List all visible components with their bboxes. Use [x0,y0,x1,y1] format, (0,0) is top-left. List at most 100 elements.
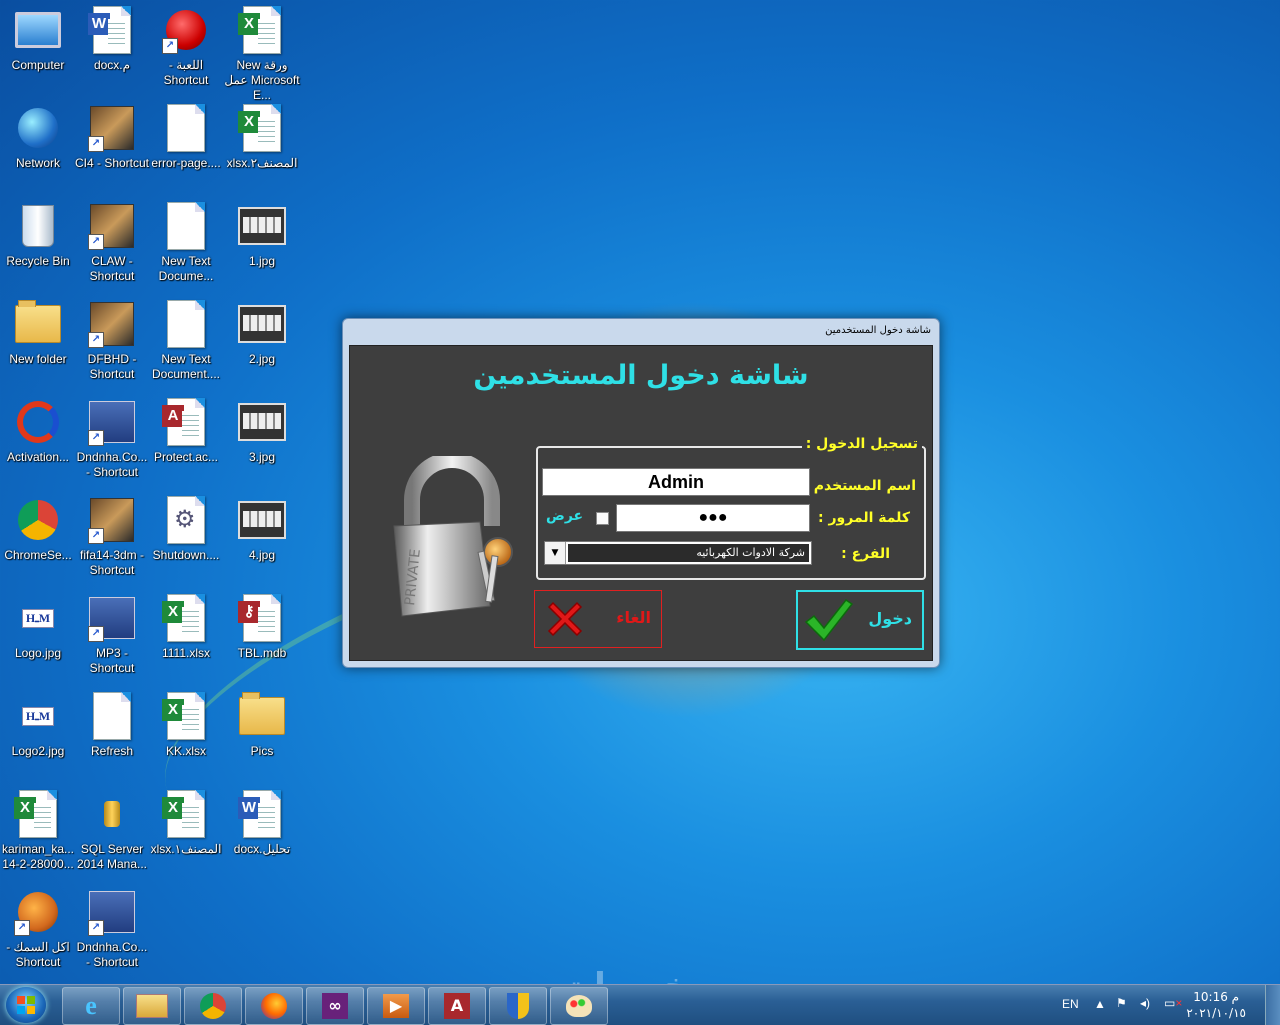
username-input[interactable]: Admin [542,468,810,496]
login-dialog: شاشة دخول المستخدمين شاشة دخول المستخدمي… [342,318,940,668]
show-password-label[interactable]: عرض [546,508,583,524]
desktop-icon-label: تحليل.docx [233,842,291,856]
desktop-icon[interactable]: error-page.... [148,100,224,196]
desktop-icon[interactable]: Network [0,100,76,196]
desktop-icon[interactable]: W م.docx [74,2,150,98]
taskbar-app-button[interactable]: A [428,987,486,1025]
desktop-icon[interactable]: ↗ MP3 - Shortcut [74,590,150,686]
desktop-icon[interactable]: 2.jpg [224,296,300,392]
desktop-icon-label: 4.jpg [248,548,276,562]
desktop-icon-label: Activation... [6,450,70,464]
desktop-icon[interactable]: 3.jpg [224,394,300,490]
taskbar-app-button[interactable] [123,987,181,1025]
desktop-icon[interactable]: 1.jpg [224,198,300,294]
game-art-icon: ↗ [88,104,136,152]
chevron-down-icon[interactable]: ▼ [545,542,566,564]
desktop-icon-label: DFBHD - Shortcut [87,352,137,381]
desktop-icon[interactable]: New folder [0,296,76,392]
show-desktop-button[interactable] [1265,985,1280,1025]
excel-icon: X [238,104,286,152]
word-doc-icon: W [88,6,136,54]
desktop-icon-label: KK.xlsx [165,744,206,758]
desktop-icon-label: New folder [9,352,67,366]
start-button[interactable] [6,987,46,1023]
taskbar-app-button[interactable]: ∞ [306,987,364,1025]
desktop-icon[interactable]: ↗ اكل السمك - Shortcut [0,884,76,980]
desktop-icon[interactable]: X 1111.xlsx [148,590,224,686]
text-doc-icon [162,300,210,348]
clock-time: 10:16 م [1193,990,1240,1004]
desktop-icon[interactable]: Activation... [0,394,76,490]
dialog-body: شاشة دخول المستخدمين PRIVATE تسجيل الدخو… [349,345,933,661]
chevron-up-icon[interactable]: ▲ [1094,997,1106,1011]
speaker-icon[interactable]: ◂) [1140,996,1150,1010]
clock-date: ٢٠٢١/١٠/١٥ [1186,1006,1246,1020]
desktop-icon[interactable]: Xkariman_ka... 14-2-28000... [0,786,76,882]
folder-icon [14,300,62,348]
fifa-game-icon: ↗ [88,496,136,544]
desktop-icon[interactable]: Pics [224,688,300,784]
taskbar-app-button[interactable]: ▶ [367,987,425,1025]
internet-explorer-icon: e [85,991,97,1020]
text-doc-icon [162,202,210,250]
desktop-icon[interactable]: HـM Logo.jpg [0,590,76,686]
jpg-thumbnail-icon [238,300,286,348]
branch-combobox[interactable]: ▼ شركة الادوات الكهربائيه [544,541,812,565]
taskbar-app-button[interactable] [550,987,608,1025]
taskbar: e ∞ ▶ A EN ▲ ⚑ ◂) ▭× 10:16 م ٢٠٢١/١٠/١٥ [0,984,1280,1025]
desktop-icon[interactable]: X المصنف٢.xlsx [224,100,300,196]
desktop-icon-label: Computer [11,58,65,72]
desktop-icon-label: TBL.mdb [237,646,287,660]
desktop-icon[interactable]: New Text Document.... [148,296,224,392]
desktop-icon[interactable]: Recycle Bin [0,198,76,294]
desktop-icon[interactable]: ChromeSe... [0,492,76,588]
shortcut-arrow-icon: ↗ [88,920,104,936]
soldier-game-icon: ↗ [88,300,136,348]
desktop-icon[interactable]: ↗ Dndnha.Co... - Shortcut [74,394,150,490]
taskbar-app-button[interactable] [489,987,547,1025]
shortcut-arrow-icon: ↗ [162,38,178,54]
visual-studio-icon: ∞ [322,993,348,1019]
jpg-thumbnail-icon [238,202,286,250]
clock[interactable]: 10:16 م ٢٠٢١/١٠/١٥ [1186,989,1246,1021]
desktop-icon[interactable]: Computer [0,2,76,98]
desktop-icon[interactable]: X New ورقة عمل Microsoft E... [224,2,300,102]
desktop-icon-label: Pics [250,744,274,758]
password-input[interactable]: ●●● [616,504,810,532]
show-password-checkbox[interactable] [596,512,609,525]
desktop-icon[interactable]: X KK.xlsx [148,688,224,784]
flag-icon[interactable]: ⚑ [1116,996,1127,1010]
desktop-icon[interactable]: 4.jpg [224,492,300,588]
taskbar-app-button[interactable]: e [62,987,120,1025]
branch-selected-value: شركة الادوات الكهربائيه [568,544,809,562]
desktop-icon[interactable]: ↗ CI4 - Shortcut [74,100,150,196]
desktop-icon[interactable]: SQL Server 2014 Mana... [74,786,150,882]
desktop-icon-label: 3.jpg [248,450,276,464]
desktop-icon[interactable]: ↗ fifa14-3dm - Shortcut [74,492,150,588]
dialog-title-bar[interactable]: شاشة دخول المستخدمين [825,325,931,336]
desktop-icon[interactable]: Refresh [74,688,150,784]
taskbar-app-button[interactable] [245,987,303,1025]
password-label: كلمة المرور : [818,510,910,526]
login-groupbox: تسجيل الدخول : اسم المستخدم : Admin كلمة… [536,436,926,580]
desktop-icon[interactable]: ⚷ TBL.mdb [224,590,300,686]
network-disconnected-icon[interactable]: ▭× [1164,996,1182,1010]
desktop-icon-label: SQL Server 2014 Mana... [76,842,148,871]
desktop-icon-label: Logo.jpg [14,646,62,660]
windows-logo-icon [17,996,35,1014]
desktop-icon-label: fifa14-3dm - Shortcut [79,548,145,577]
desktop-icon[interactable]: ⚙ Shutdown.... [148,492,224,588]
language-indicator[interactable]: EN [1062,997,1079,1011]
desktop-icon[interactable]: X المصنف١.xlsx [148,786,224,882]
desktop-icon[interactable]: ↗ DFBHD - Shortcut [74,296,150,392]
desktop-icon[interactable]: W تحليل.docx [224,786,300,882]
login-button[interactable]: دخول [796,590,924,650]
desktop-icon[interactable]: A Protect.ac... [148,394,224,490]
cancel-button[interactable]: الغاء [534,590,662,648]
desktop-icon[interactable]: HـM Logo2.jpg [0,688,76,784]
taskbar-app-button[interactable] [184,987,242,1025]
desktop-icon[interactable]: ↗ اللعبة - Shortcut [148,2,224,98]
desktop-icon[interactable]: New Text Docume... [148,198,224,294]
desktop-icon[interactable]: ↗ CLAW - Shortcut [74,198,150,294]
desktop-icon[interactable]: ↗ Dndnha.Co... - Shortcut [74,884,150,980]
